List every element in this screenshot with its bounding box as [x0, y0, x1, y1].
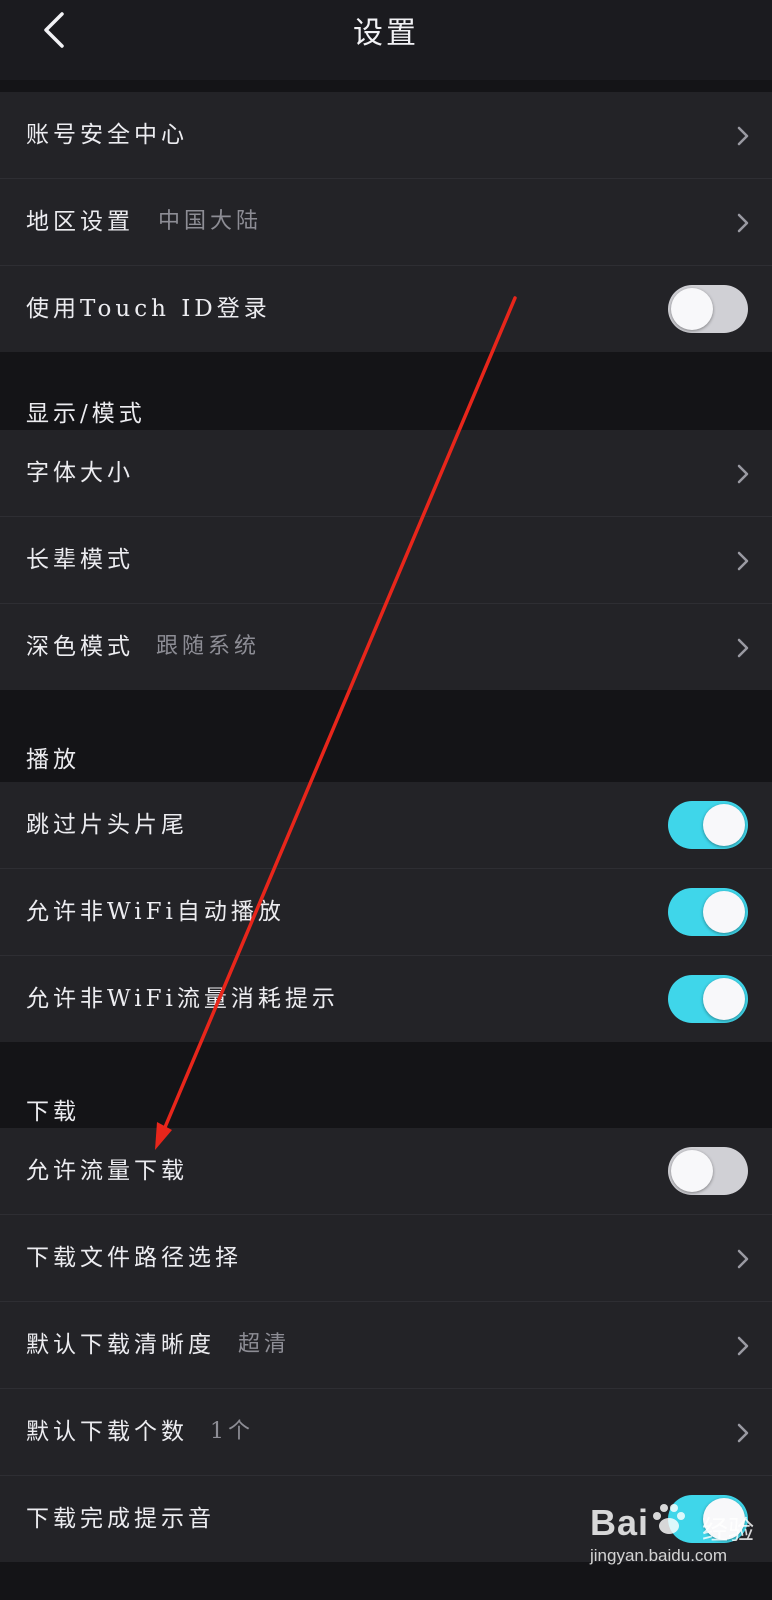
- skip-intro-outro-row: 跳过片头片尾: [0, 782, 772, 869]
- chevron-right-icon: [737, 126, 749, 146]
- row-label: 允许流量下载: [26, 1158, 188, 1184]
- baidu-watermark: Bai 经验 jingyan.baidu.com: [590, 1496, 770, 1596]
- non-wifi-autoplay-row: 允许非WiFi自动播放: [0, 869, 772, 956]
- non-wifi-autoplay-toggle[interactable]: [668, 888, 748, 936]
- row-label: 使用Touch ID登录: [26, 296, 271, 322]
- touch-id-login-row: 使用Touch ID登录: [0, 266, 772, 352]
- chevron-right-icon: [737, 638, 749, 658]
- section-title-playback: 播放: [26, 747, 80, 773]
- row-value: 中国大陆: [158, 209, 263, 234]
- row-label: 下载文件路径选择: [26, 1245, 242, 1271]
- watermark-brand: Bai: [590, 1502, 650, 1543]
- font-size-row[interactable]: 字体大小: [0, 430, 772, 517]
- section-title-download: 下载: [26, 1099, 80, 1125]
- elder-mode-row[interactable]: 长辈模式: [0, 517, 772, 604]
- toggle-knob: [671, 288, 713, 330]
- allow-cellular-download-toggle[interactable]: [668, 1147, 748, 1195]
- row-label: 深色模式: [26, 634, 134, 660]
- row-label: 字体大小: [26, 460, 134, 486]
- toggle-knob: [703, 978, 745, 1020]
- watermark-url: jingyan.baidu.com: [590, 1546, 728, 1565]
- row-label: 账号安全中心: [26, 122, 188, 148]
- section-title-display: 显示/模式: [26, 401, 146, 427]
- touch-id-toggle[interactable]: [668, 285, 748, 333]
- display-settings-group: 字体大小 长辈模式 深色模式 跟随系统: [0, 430, 772, 690]
- region-setting-row[interactable]: 地区设置 中国大陆: [0, 179, 772, 266]
- chevron-right-icon: [737, 1336, 749, 1356]
- default-download-quality-row[interactable]: 默认下载清晰度 超清: [0, 1302, 772, 1389]
- row-value: 超清: [238, 1332, 291, 1357]
- row-label: 默认下载清晰度: [26, 1332, 215, 1358]
- paw-icon: [653, 1504, 685, 1534]
- chevron-right-icon: [737, 1423, 749, 1443]
- page-title: 设置: [353, 16, 419, 51]
- row-value: 跟随系统: [156, 634, 261, 659]
- dark-mode-row[interactable]: 深色模式 跟随系统: [0, 604, 772, 690]
- row-label: 跳过片头片尾: [26, 812, 188, 838]
- download-path-row[interactable]: 下载文件路径选择: [0, 1215, 772, 1302]
- row-label: 默认下载个数: [26, 1419, 188, 1445]
- toggle-knob: [703, 891, 745, 933]
- chevron-right-icon: [737, 213, 749, 233]
- account-settings-group: 账号安全中心 地区设置 中国大陆 使用Touch ID登录: [0, 92, 772, 352]
- row-label: 允许非WiFi流量消耗提示: [26, 986, 339, 1012]
- non-wifi-data-alert-toggle[interactable]: [668, 975, 748, 1023]
- chevron-right-icon: [737, 1249, 749, 1269]
- account-security-row[interactable]: 账号安全中心: [0, 92, 772, 179]
- allow-cellular-download-row: 允许流量下载: [0, 1128, 772, 1215]
- non-wifi-data-alert-row: 允许非WiFi流量消耗提示: [0, 956, 772, 1042]
- playback-settings-group: 跳过片头片尾 允许非WiFi自动播放 允许非WiFi流量消耗提示: [0, 782, 772, 1042]
- nav-header: 设置: [0, 0, 772, 80]
- row-label: 下载完成提示音: [26, 1506, 215, 1532]
- toggle-knob: [671, 1150, 713, 1192]
- chevron-right-icon: [737, 551, 749, 571]
- chevron-right-icon: [737, 464, 749, 484]
- row-label: 长辈模式: [26, 547, 134, 573]
- skip-intro-outro-toggle[interactable]: [668, 801, 748, 849]
- watermark-brand-suffix: 经验: [702, 1516, 755, 1546]
- row-label: 地区设置: [26, 209, 134, 235]
- row-value: 1个: [210, 1419, 254, 1444]
- row-label: 允许非WiFi自动播放: [26, 899, 285, 925]
- toggle-knob: [703, 804, 745, 846]
- default-download-count-row[interactable]: 默认下载个数 1个: [0, 1389, 772, 1476]
